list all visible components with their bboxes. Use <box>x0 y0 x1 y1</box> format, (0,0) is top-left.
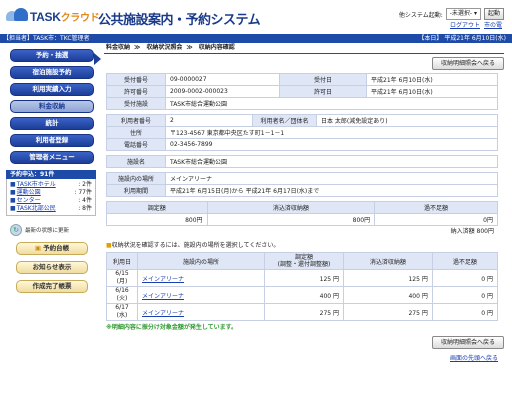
breadcrumb: 料金収納 ≫ 収納状況照会 ≫ 収納内容確認 <box>104 43 504 54</box>
book-icon: ▣ <box>34 244 42 252</box>
city-home-link[interactable]: 市の電 <box>484 20 502 29</box>
launch-button[interactable]: 起動 <box>483 8 504 20</box>
breadcrumb-item: 収納内容確認 <box>198 44 235 51</box>
place-link[interactable]: メインアリーナ <box>142 310 184 317</box>
table-row: 許可番号 2009-0002-000023 許可日 平成21年 6月10日(水) <box>106 85 498 98</box>
bullet-icon: ■ <box>10 181 16 188</box>
applicant-table: 利用者番号 2 利用者名／団体名 日本 太郎(減免設定あり) 住所 〒123-4… <box>106 114 498 151</box>
completed-forms-button[interactable]: 作成完了帳票 <box>16 280 88 293</box>
sidebar: 予約・抽選 宿泊施設予約 利用実績入力 料金収納 統計 利用者登録 管理者メニュ… <box>0 45 102 293</box>
reception-table: 受付番号 09-0000027 受付日 平成21年 6月10日(水) 許可番号 … <box>106 73 498 110</box>
breadcrumb-item: 収納状況照会 <box>146 44 183 51</box>
paid-total: 納入済額 800円 <box>450 228 494 235</box>
list-item: ■センター: 4件 <box>10 197 92 204</box>
bullet-icon: ■ <box>10 197 16 204</box>
reservation-requests-header: 予約申込：91件 <box>6 170 96 179</box>
table-row: 受付施設 TASK市総合運動公園 <box>106 97 498 110</box>
table-row: 6/15 (月) メインアリーナ 125 円 125 円 0 円 <box>106 269 499 287</box>
menu-fee-collection[interactable]: 料金収納 <box>10 100 94 113</box>
table-row: 6/17 (水) メインアリーナ 275 円 275 円 0 円 <box>106 303 499 321</box>
request-facility-link[interactable]: TASK市ホテル <box>17 181 56 188</box>
system-select[interactable]: -未選択- ▾ <box>445 8 481 20</box>
daily-detail-table: 利用日 施設内の場所 調定額 (調整・還付調整額) 消込済収納額 過不足額 6/… <box>106 252 499 321</box>
breadcrumb-item: 料金収納 <box>106 44 131 51</box>
menu-user-registration[interactable]: 利用者登録 <box>10 134 94 147</box>
select-place-notice: ■収納状況を確認するには、施設内の場所を選択してください。 <box>106 242 280 249</box>
table-row: 利用者番号 2 利用者名／団体名 日本 太郎(減免設定あり) <box>106 114 498 127</box>
place-link[interactable]: メインアリーナ <box>142 293 184 300</box>
back-to-list-button[interactable]: 収納明細照会へ戻る <box>431 57 504 70</box>
request-facility-link[interactable]: 運動公園 <box>17 189 41 196</box>
allocation-notice: ※明細内容に振分け対象金額が発生しています。 <box>106 324 238 331</box>
table-row: 800円 800円 0円 <box>106 213 498 226</box>
user-bar: 【担当者】TASK市：TKC管理者 【本日】 平成21年 6月10日(水) <box>0 34 512 43</box>
logout-link[interactable]: ログアウト <box>450 20 480 29</box>
table-row: 受付番号 09-0000027 受付日 平成21年 6月10日(水) <box>106 73 498 86</box>
table-row: 利用期間 平成21年 6月15日(月)から 平成21年 6月17日(水)まで <box>106 184 498 197</box>
operator-info: 【担当者】TASK市：TKC管理者 <box>3 35 90 42</box>
request-facility-link[interactable]: TASK北部公民 <box>17 205 56 212</box>
usage-table: 施設内の場所 メインアリーナ 利用期間 平成21年 6月15日(月)から 平成2… <box>106 172 498 197</box>
request-facility-link[interactable]: センター <box>17 197 41 204</box>
cloud-logo-icon <box>6 8 28 24</box>
reservation-requests-list: ■TASK市ホテル: 2件 ■運動公園: 77件 ■センター: 4件 ■TASK… <box>6 179 96 216</box>
list-item: ■TASK市ホテル: 2件 <box>10 181 92 188</box>
refresh-icon: ↻ <box>10 224 22 236</box>
table-row: 施設内の場所 メインアリーナ <box>106 172 498 185</box>
bullet-icon: ■ <box>10 205 16 212</box>
difference-amount: 0円 <box>374 213 498 226</box>
menu-usage-input[interactable]: 利用実績入力 <box>10 83 94 96</box>
bullet-icon: ■ <box>10 189 16 196</box>
startup-label: 他システム起動: <box>398 11 443 19</box>
list-item: ■TASK北部公民: 8件 <box>10 205 92 212</box>
table-row: 施設名 TASK市総合運動公園 <box>106 155 498 168</box>
billed-amount: 800円 <box>106 213 208 226</box>
table-row: 調定額 消込済収納額 過不足額 <box>106 201 498 214</box>
amount-summary-table: 調定額 消込済収納額 過不足額 800円 800円 0円 <box>106 201 498 226</box>
app-header: TASKクラウド 公共施設案内・予約システム 他システム起動: -未選択- ▾ … <box>0 0 512 34</box>
menu-admin[interactable]: 管理者メニュー <box>10 151 94 164</box>
refresh-control[interactable]: ↻ 最新の状態に更新 <box>10 224 96 236</box>
show-notices-button[interactable]: お知らせ表示 <box>16 261 88 274</box>
task-cloud-logo[interactable]: TASKクラウド <box>6 7 100 25</box>
back-to-top-link[interactable]: 画面の先頭へ戻る <box>450 355 498 362</box>
today-date: 【本日】 平成21年 6月10日(水) <box>418 35 506 42</box>
refresh-label: 最新の状態に更新 <box>25 228 70 234</box>
system-title: 公共施設案内・予約システム <box>98 13 261 28</box>
logo-text: TASKクラウド <box>30 9 100 24</box>
table-row: 利用日 施設内の場所 調定額 (調整・還付調整額) 消込済収納額 過不足額 <box>106 252 499 270</box>
system-launcher: 他システム起動: -未選択- ▾ 起動 <box>399 8 504 20</box>
facility-table: 施設名 TASK市総合運動公園 <box>106 155 498 168</box>
place-link[interactable]: メインアリーナ <box>142 276 184 283</box>
paid-amount: 800円 <box>206 213 376 226</box>
main-content: 料金収納 ≫ 収納状況照会 ≫ 収納内容確認 収納明細照会へ戻る 受付番号 09-0… <box>104 43 504 362</box>
list-item: ■運動公園: 77件 <box>10 189 92 196</box>
reservation-ledger-button[interactable]: ▣ 予約台帳 <box>16 242 88 255</box>
menu-reservation[interactable]: 予約・抽選 <box>10 49 94 62</box>
table-row: 6/16 (火) メインアリーナ 400 円 400 円 0 円 <box>106 286 499 304</box>
table-row: 住所 〒123-4567 東京都中央区たす町1－1－1 <box>106 126 498 139</box>
chevron-down-icon: ▾ <box>472 10 477 17</box>
header-links: ログアウト 市の電 <box>450 20 502 29</box>
menu-lodging-reservation[interactable]: 宿泊施設予約 <box>10 66 94 79</box>
active-menu-arrow-icon <box>94 53 101 65</box>
menu-statistics[interactable]: 統計 <box>10 117 94 130</box>
back-to-list-button-bottom[interactable]: 収納明細照会へ戻る <box>431 336 504 349</box>
table-row: 電話番号 02-3456-7899 <box>106 138 498 151</box>
